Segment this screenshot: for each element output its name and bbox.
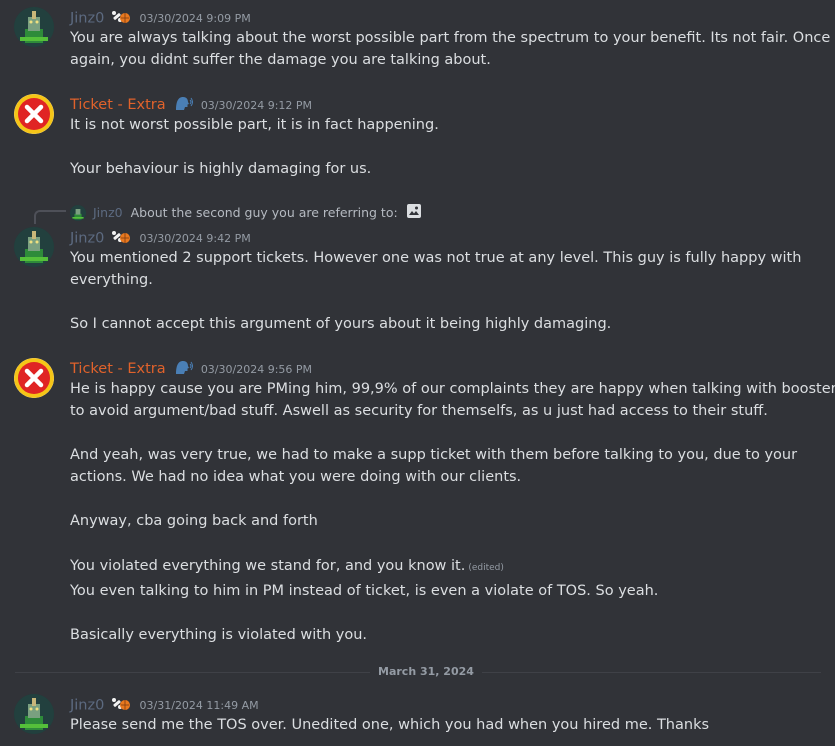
edited-label: (edited) [468,563,504,573]
timestamp: 03/31/2024 11:49 AM [139,699,259,712]
image-icon [406,203,422,222]
avatar[interactable] [14,227,54,267]
message-text: You are always talking about the worst p… [70,30,831,46]
username[interactable]: Jinz0 [70,231,104,247]
message-text: everything. [70,272,153,288]
avatar[interactable] [14,358,54,398]
timestamp: 03/30/2024 9:56 PM [200,362,313,376]
avatar[interactable] [14,694,54,734]
message-text: You violated everything we stand for, an… [70,555,504,579]
speaking-head-icon [173,94,193,116]
reply-text: About the second guy you are referring t… [130,205,398,220]
message-text: So I cannot accept this argument of your… [70,316,612,332]
username[interactable]: Ticket - Extra [70,97,166,113]
message-header: Jinz0 03/30/2024 9:09 PM [70,8,251,29]
red-x-icon [14,358,54,398]
message-text: to avoid argument/bad stuff. Aswell as s… [70,403,768,419]
bone-and-ball-icon [111,9,131,29]
date-divider-label: March 31, 2024 [370,665,482,678]
jinz-avatar-icon [14,227,54,267]
message-header: Jinz0 03/30/2024 9:42 PM [70,228,251,249]
message-text: Please send me the TOS over. Unedited on… [70,717,710,733]
avatar [70,204,86,221]
message-text: Your behaviour is highly damaging for us… [70,161,372,177]
message-text: He is happy cause you are PMing him, 99,… [70,381,835,397]
message-text: You even talking to him in PM instead of… [70,583,659,599]
bone-and-ball-icon [111,229,131,249]
jinz-avatar-icon [14,694,54,734]
bone-and-ball-icon [111,696,131,716]
chat-log: Jinz0 03/30/2024 9:09 PM You are always … [0,0,835,746]
avatar[interactable] [14,7,54,47]
message-header: Jinz0 03/31/2024 11:49 AM [70,695,259,716]
timestamp: 03/30/2024 9:42 PM [139,232,251,245]
speaking-head-icon [173,358,193,380]
message-text: It is not worst possible part, it is in … [70,117,439,133]
message-header: Ticket - Extra 03/30/2024 9:12 PM [70,94,313,113]
reply-preview[interactable]: Jinz0 About the second guy you are refer… [70,203,422,222]
message-text: Anyway, cba going back and forth [70,513,318,529]
username[interactable]: Jinz0 [70,698,104,714]
message-text: actions. We had no idea what you were do… [70,469,522,485]
message-text: again, you didnt suffer the damage you a… [70,52,491,68]
timestamp: 03/30/2024 9:09 PM [139,12,251,25]
reply-connector [34,210,66,224]
red-x-icon [14,94,54,134]
message-text: You mentioned 2 support tickets. However… [70,250,802,266]
message-text: Basically everything is violated with yo… [70,627,368,643]
reply-author[interactable]: Jinz0 [93,205,123,220]
timestamp: 03/30/2024 9:12 PM [200,98,313,112]
message-text: And yeah, was very true, we had to make … [70,447,798,463]
message-text-span: You violated everything we stand for, an… [70,558,466,574]
avatar[interactable] [14,94,54,134]
username[interactable]: Jinz0 [70,11,104,27]
message-header: Ticket - Extra 03/30/2024 9:56 PM [70,358,313,377]
jinz-avatar-icon [14,7,54,47]
username[interactable]: Ticket - Extra [70,361,166,377]
